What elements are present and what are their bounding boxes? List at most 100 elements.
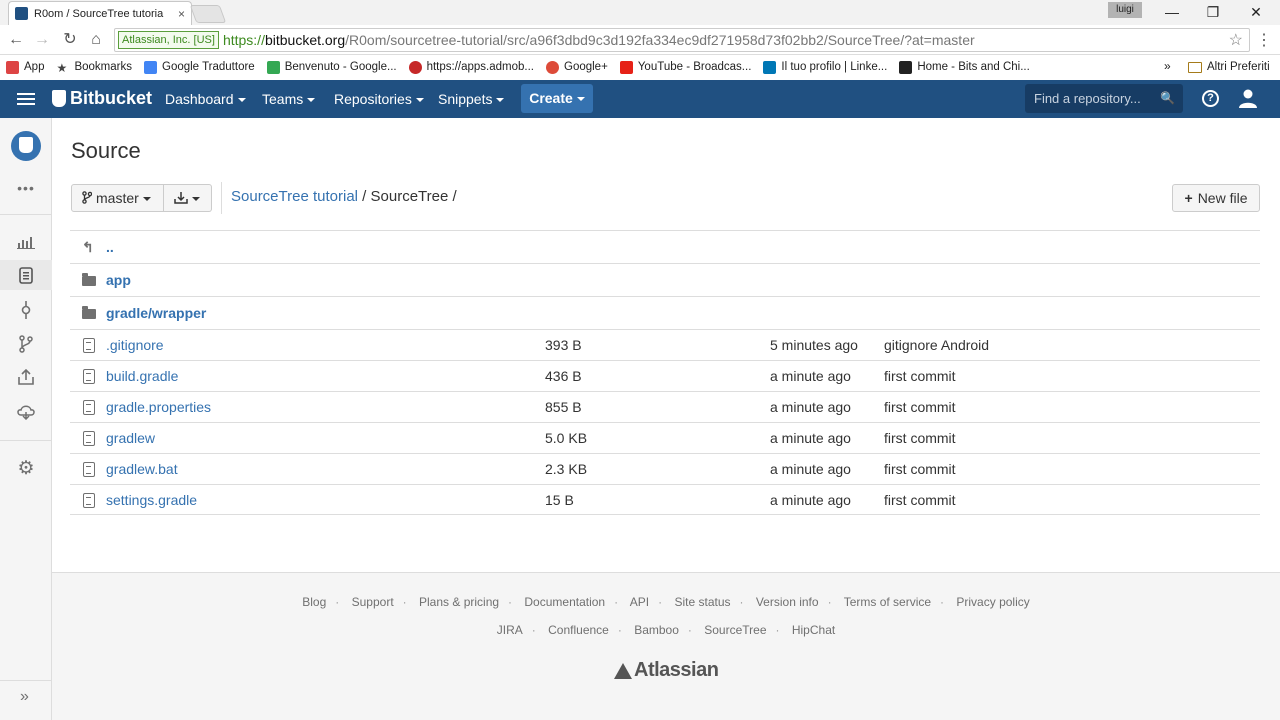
hamburger-menu-icon[interactable] [17,90,35,108]
new-file-button[interactable]: + New file [1172,184,1260,212]
address-bar[interactable]: Atlassian, Inc. [US] https://bitbucket.o… [114,28,1250,52]
bookmark-item[interactable]: https://apps.admob... [408,60,534,74]
footer-separator: · [617,623,622,637]
overview-icon[interactable] [0,226,52,256]
file-name[interactable]: gradlew [106,430,155,446]
footer-link-version-info[interactable]: Version info [756,595,819,609]
parent-dir-link[interactable]: .. [106,239,114,255]
bookmark-star-icon[interactable]: ☆ [1229,30,1243,50]
file-name[interactable]: build.gradle [106,368,178,384]
bookmark-label: Benvenuto - Google... [284,61,397,73]
repository-search-input[interactable]: Find a repository... 🔍 [1025,84,1183,113]
source-icon[interactable] [0,260,52,290]
branches-icon[interactable] [0,328,52,358]
repo-avatar[interactable] [11,131,41,161]
atlassian-logo[interactable]: Atlassian [614,659,719,682]
profile-chip[interactable]: luigi [1108,2,1142,18]
file-name[interactable]: .gitignore [106,337,164,353]
other-bookmarks[interactable]: Altri Preferiti [1188,55,1270,79]
file-row[interactable]: gradlew.bat 2.3 KB a minute ago first co… [70,453,1260,484]
bookmark-item[interactable]: Google Traduttore [144,60,255,74]
footer-link-jira[interactable]: JIRA [497,623,523,637]
main-content: Source master SourceTree tutorial / Sour… [52,118,1280,572]
nav-repositories[interactable]: Repositories [334,80,424,118]
folder-row[interactable]: gradle/wrapper [70,296,1260,329]
atlassian-mark-icon [614,662,632,679]
more-icon[interactable]: ••• [0,173,52,203]
bookmark-item[interactable]: ★ Bookmarks [56,61,132,75]
restore-button[interactable]: ❐ [1193,2,1233,22]
help-icon[interactable]: ? [1202,90,1219,107]
nav-teams[interactable]: Teams [262,80,316,118]
commits-icon[interactable] [0,294,52,324]
footer-separator: · [508,595,513,609]
footer-link-terms[interactable]: Terms of service [844,595,931,609]
file-row[interactable]: settings.gradle 15 B a minute ago first … [70,484,1260,515]
file-row[interactable]: build.gradle 436 B a minute ago first co… [70,360,1260,391]
reload-icon[interactable]: ↻ [60,30,80,50]
footer-link-blog[interactable]: Blog [302,595,326,609]
parent-dir-row[interactable]: ↰ .. [70,230,1260,263]
download-button[interactable] [164,184,212,212]
nav-label: Teams [262,91,304,107]
footer-link-site-status[interactable]: Site status [674,595,730,609]
tab-close-icon[interactable]: × [178,7,185,21]
admob-icon [408,60,422,74]
file-name[interactable]: gradle.properties [106,399,211,415]
bitbucket-logo[interactable]: Bitbucket [52,88,152,109]
bookmark-item[interactable]: Il tuo profilo | Linke... [763,60,887,74]
bookmark-item[interactable]: Benvenuto - Google... [266,60,397,74]
expand-sidebar-icon[interactable]: » [20,688,29,706]
file-size: 436 B [545,368,582,384]
bookmark-label: Google Traduttore [162,61,255,73]
file-row[interactable]: .gitignore 393 B 5 minutes ago gitignore… [70,329,1260,360]
folder-name[interactable]: app [106,272,131,288]
footer-link-sourcetree[interactable]: SourceTree [704,623,766,637]
bookmark-item[interactable]: Google+ [546,60,608,74]
pull-requests-icon[interactable] [0,362,52,392]
footer-link-confluence[interactable]: Confluence [548,623,609,637]
secure-badge[interactable]: Atlassian, Inc. [US] [118,31,219,49]
footer-link-api[interactable]: API [630,595,649,609]
folder-row[interactable]: app [70,263,1260,296]
folder-icon [82,306,96,319]
create-button[interactable]: Create [521,84,593,113]
footer-link-bamboo[interactable]: Bamboo [634,623,679,637]
footer-link-hipchat[interactable]: HipChat [792,623,835,637]
footer-link-plans[interactable]: Plans & pricing [419,595,499,609]
footer-link-privacy[interactable]: Privacy policy [956,595,1029,609]
footer-separator: · [739,595,744,609]
bookmarks-bar: App ★ Bookmarks Google Traduttore Benvenu… [0,55,1280,79]
url-scheme: https:// [222,32,265,48]
file-age: a minute ago [770,368,851,384]
folder-name[interactable]: gradle/wrapper [106,305,206,321]
downloads-cloud-icon[interactable] [0,396,52,426]
browser-menu-icon[interactable]: ⋮ [1256,30,1272,50]
user-avatar-icon[interactable] [1238,88,1258,108]
footer-link-support[interactable]: Support [352,595,394,609]
branch-selector[interactable]: master [71,184,164,212]
file-name[interactable]: gradlew.bat [106,461,178,477]
nav-snippets[interactable]: Snippets [438,80,505,118]
home-icon[interactable]: ⌂ [86,30,106,50]
file-age: 5 minutes ago [770,337,858,353]
nav-dashboard[interactable]: Dashboard [165,80,246,118]
bookmark-label: YouTube - Broadcas... [637,61,752,73]
back-arrow-icon[interactable]: ← [6,30,26,50]
bookmark-item[interactable]: App [6,60,44,74]
minimize-button[interactable]: — [1152,2,1192,22]
new-tab-button[interactable] [189,5,227,23]
file-name[interactable]: settings.gradle [106,492,197,508]
bookmark-label: Google+ [564,61,608,73]
file-row[interactable]: gradlew 5.0 KB a minute ago first commit [70,422,1260,453]
breadcrumb-repo-link[interactable]: SourceTree tutorial [231,188,358,205]
footer-link-documentation[interactable]: Documentation [524,595,605,609]
settings-gear-icon[interactable]: ⚙ [0,454,52,484]
bookmark-item[interactable]: YouTube - Broadcas... [619,60,752,74]
bookmarks-overflow-button[interactable]: » [1164,59,1171,73]
forward-arrow-icon[interactable]: → [32,30,52,50]
file-row[interactable]: gradle.properties 855 B a minute ago fir… [70,391,1260,422]
close-window-button[interactable]: ✕ [1236,2,1276,22]
browser-tab[interactable]: R0om / SourceTree tutoria × [8,1,192,25]
bookmark-item[interactable]: Home - Bits and Chi... [899,60,1030,74]
